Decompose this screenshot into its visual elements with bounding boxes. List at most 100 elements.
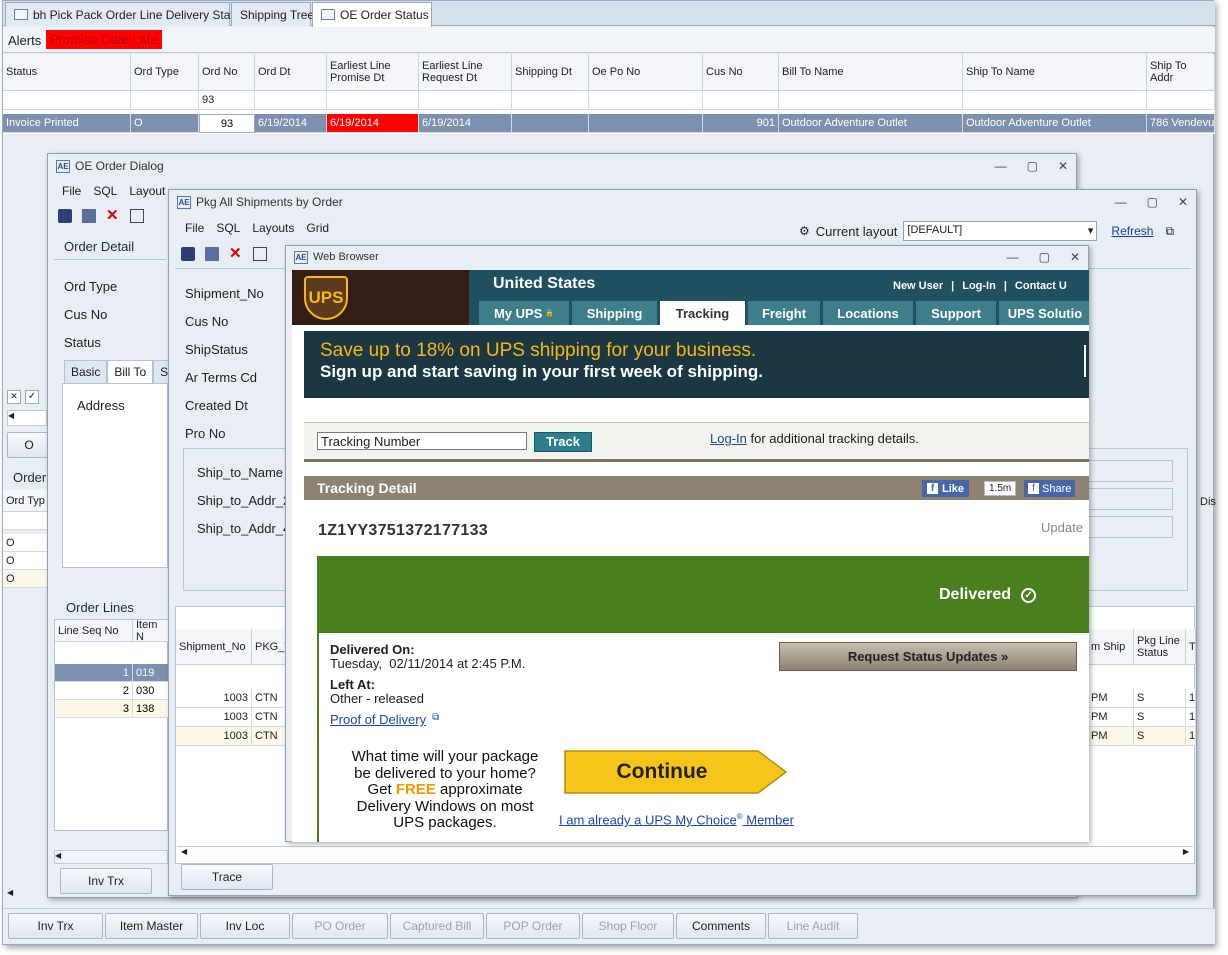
delete-icon[interactable]: ✕ [106,208,120,223]
checkbox-icon[interactable]: ✓ [25,390,39,404]
save-icon[interactable] [181,247,195,261]
filter-cell[interactable] [3,91,131,110]
facebook-like-button[interactable]: f Like [922,480,970,497]
filter-cell[interactable] [255,91,327,110]
filter-cell[interactable] [963,91,1147,110]
table-row[interactable]: 2 030 [55,682,169,700]
layout-select[interactable]: [DEFAULT] ▾ [903,221,1098,241]
minimize-icon[interactable]: — [995,159,1007,173]
ups-logo[interactable]: UPS [304,276,348,320]
column-header[interactable]: Cus No [703,54,779,91]
minimize-icon[interactable]: — [1007,250,1019,264]
tab-shipping-tree[interactable]: Shipping Tree [231,2,314,26]
table-row[interactable]: 3 138 [55,700,169,718]
minimize-icon[interactable]: — [1115,195,1127,209]
dock-icon[interactable]: ⧉ [1165,224,1174,239]
po-order-button[interactable]: PO Order [292,913,388,939]
shop-floor-button[interactable]: Shop Floor [582,913,674,939]
scroll-left-icon[interactable]: ◀ [7,410,47,426]
scroll-left-icon[interactable]: ◀ [7,888,13,897]
tab-oe-order-status[interactable]: OE Order Status [312,2,432,27]
save-as-icon[interactable] [82,209,96,223]
scroll-right-icon[interactable]: ▶ [1183,847,1189,860]
tracking-number-input[interactable]: Tracking Number [317,432,527,450]
facebook-share-button[interactable]: f Share [1024,480,1076,497]
left-o-button[interactable]: O [7,432,51,458]
column-header[interactable]: Bill To Name [779,54,963,91]
filter-cell[interactable] [512,91,589,110]
ups-nav-locations[interactable]: Locations [823,301,913,325]
menu-file[interactable]: File [56,184,87,198]
tab-basic[interactable]: Basic [64,360,108,384]
item-master-button[interactable]: Item Master [105,913,198,939]
close-icon[interactable]: ✕ [1178,195,1188,209]
inv-trx-button[interactable]: Inv Trx [60,868,152,894]
filter-cell[interactable] [703,91,779,110]
login-link[interactable]: Log-In [710,431,747,446]
menu-layout[interactable]: Layout [123,184,171,198]
maximize-icon[interactable]: ▢ [1027,159,1038,173]
line-audit-button[interactable]: Line Audit [768,913,858,939]
request-status-updates-button[interactable]: Request Status Updates » [779,642,1077,671]
menu-sql[interactable]: SQL [87,184,123,198]
menu-sql[interactable]: SQL [210,221,246,235]
column-header[interactable]: Ord No [199,54,255,91]
list-item[interactable]: O [3,552,49,570]
tab-pick-pack[interactable]: bh Pick Pack Order Line Delivery Status [5,2,246,26]
column-header[interactable]: Earliest Line Promise Dt [327,54,419,91]
column-header[interactable]: Shipping Dt [512,54,589,91]
maximize-icon[interactable]: ▢ [1147,195,1158,209]
filter-cell[interactable] [1147,91,1215,110]
trace-button[interactable]: Trace [181,864,273,890]
delete-icon[interactable]: ✕ [229,246,243,261]
close-icon[interactable]: ✕ [7,390,21,404]
ups-nav-freight[interactable]: Freight [748,301,820,325]
scroll-left-icon[interactable]: ◀ [54,850,168,864]
column-header[interactable]: Ship To Addr [1147,54,1215,91]
close-icon[interactable]: ✕ [1058,159,1068,173]
mychoice-member-link[interactable]: I am already a UPS My Choice® Member [559,812,794,827]
column-header[interactable]: Oe Po No [589,54,703,91]
track-button[interactable]: Track [534,432,592,452]
promo-banner[interactable]: Save up to 18% on UPS shipping for your … [304,331,1089,398]
form-icon[interactable] [130,209,144,223]
table-row[interactable]: Invoice Printed O 93 6/19/2014 6/19/2014 6/19… [3,114,1215,133]
proof-of-delivery-link[interactable]: Proof of Delivery ⧉ [330,712,439,727]
ship-to-name-field[interactable] [1087,460,1173,482]
list-item[interactable]: O [3,570,49,588]
list-item[interactable]: O [3,534,49,552]
filter-cell[interactable] [327,91,419,110]
horizontal-scrollbar[interactable]: ◀ ▶ [177,846,1193,860]
menu-file[interactable]: File [179,221,210,235]
form-icon[interactable] [253,247,267,261]
ups-nav-tracking[interactable]: Tracking [660,301,745,325]
column-header[interactable]: Earliest Line Request Dt [419,54,512,91]
filter-cell[interactable] [589,91,703,110]
filter-cell[interactable]: 93 [199,91,255,110]
close-icon[interactable]: ✕ [1070,250,1080,264]
menu-layouts[interactable]: Layouts [246,221,300,235]
menu-grid[interactable]: Grid [300,221,335,235]
ups-nav-support[interactable]: Support [916,301,996,325]
column-header[interactable]: Ord Type [131,54,199,91]
column-header[interactable]: Status [3,54,131,91]
ups-nav-shipping[interactable]: Shipping [572,301,657,325]
promise-date-late-badge[interactable]: Promise Date Late [46,30,162,49]
top-link-log-in[interactable]: Log-In [962,280,996,292]
refresh-link[interactable]: Refresh [1111,224,1153,238]
save-icon[interactable] [58,209,72,223]
ship-to-addr-2-field[interactable] [1087,488,1173,510]
top-link-contact-u[interactable]: Contact U [1015,280,1067,292]
table-row[interactable]: 1 019 [55,664,169,682]
ups-nav-my-ups[interactable]: My UPS 🔒 [479,301,569,325]
inv-loc-button[interactable]: Inv Loc [200,913,290,939]
comments-button[interactable]: Comments [676,913,766,939]
column-header[interactable]: Ord Dt [255,54,327,91]
filter-cell[interactable] [779,91,963,110]
column-header[interactable]: Ship To Name [963,54,1147,91]
maximize-icon[interactable]: ▢ [1039,250,1050,264]
pop-order-button[interactable]: POP Order [486,913,580,939]
save-as-icon[interactable] [205,247,219,261]
scroll-left-icon[interactable]: ◀ [181,847,187,860]
inv-trx-button[interactable]: Inv Trx [8,913,103,939]
